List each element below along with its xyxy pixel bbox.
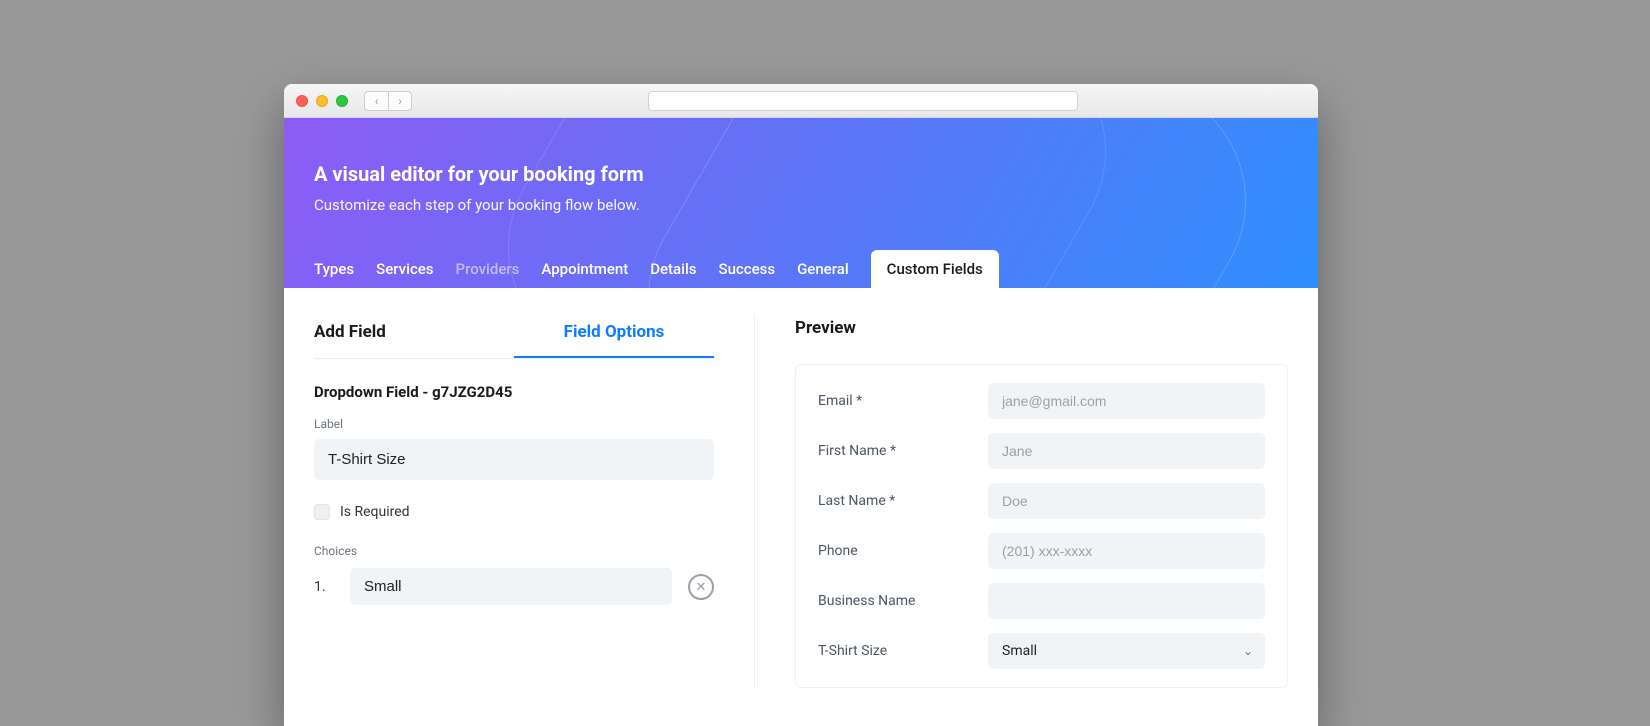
- vertical-divider: [754, 314, 755, 688]
- preview-title: Preview: [795, 318, 1288, 338]
- left-panel: Add Field Field Options Dropdown Field -…: [314, 318, 714, 688]
- phone-input[interactable]: [988, 533, 1265, 569]
- app-window: ‹ › A visual editor for your booking for…: [284, 84, 1318, 726]
- choices-label: Choices: [314, 544, 714, 558]
- field-heading: Dropdown Field - g7JZG2D45: [314, 383, 714, 401]
- choice-input[interactable]: [350, 568, 672, 605]
- tshirt-select-wrap: Small ⌄: [988, 633, 1265, 669]
- tab-types[interactable]: Types: [314, 250, 354, 288]
- hero-title: A visual editor for your booking form: [314, 162, 1288, 186]
- nav-buttons: ‹ ›: [364, 91, 412, 111]
- hero: A visual editor for your booking form Cu…: [284, 118, 1318, 288]
- preview-row-last-name: Last Name *: [818, 483, 1265, 519]
- minimize-window-button[interactable]: [316, 95, 328, 107]
- url-bar[interactable]: [648, 91, 1078, 111]
- left-subtabs: Add Field Field Options: [314, 318, 714, 359]
- preview-row-phone: Phone: [818, 533, 1265, 569]
- chevron-right-icon: ›: [398, 94, 402, 108]
- subtab-add-field[interactable]: Add Field: [314, 318, 514, 358]
- last-name-input[interactable]: [988, 483, 1265, 519]
- preview-label: Business Name: [818, 593, 968, 609]
- close-icon: ✕: [696, 579, 707, 595]
- back-button[interactable]: ‹: [364, 91, 388, 111]
- choice-row: 1. ✕: [314, 568, 714, 605]
- forward-button[interactable]: ›: [388, 91, 412, 111]
- required-row: Is Required: [314, 504, 714, 520]
- step-tabs: Types Services Providers Appointment Det…: [314, 250, 999, 288]
- first-name-input[interactable]: [988, 433, 1265, 469]
- label-input[interactable]: [314, 439, 714, 480]
- preview-row-business-name: Business Name: [818, 583, 1265, 619]
- zoom-window-button[interactable]: [336, 95, 348, 107]
- tab-success[interactable]: Success: [719, 250, 776, 288]
- email-input[interactable]: [988, 383, 1265, 419]
- preview-label: Email *: [818, 393, 968, 409]
- tab-custom-fields[interactable]: Custom Fields: [871, 250, 999, 288]
- titlebar: ‹ ›: [284, 84, 1318, 118]
- preview-label: Phone: [818, 543, 968, 559]
- preview-label: Last Name *: [818, 493, 968, 509]
- right-panel: Preview Email * First Name * Last Name *…: [795, 318, 1288, 688]
- editor-body: Add Field Field Options Dropdown Field -…: [284, 288, 1318, 718]
- window-controls: [296, 95, 348, 107]
- tshirt-select[interactable]: Small: [988, 633, 1265, 669]
- preview-label: First Name *: [818, 443, 968, 459]
- required-label: Is Required: [340, 504, 410, 520]
- preview-label: T-Shirt Size: [818, 643, 968, 659]
- tab-services[interactable]: Services: [376, 250, 433, 288]
- choices-list: 1. ✕: [314, 568, 714, 605]
- remove-choice-button[interactable]: ✕: [688, 574, 714, 600]
- subtab-field-options[interactable]: Field Options: [514, 318, 714, 358]
- chevron-left-icon: ‹: [375, 94, 379, 108]
- tab-details[interactable]: Details: [650, 250, 696, 288]
- preview-row-tshirt: T-Shirt Size Small ⌄: [818, 633, 1265, 669]
- required-checkbox[interactable]: [314, 504, 330, 520]
- preview-panel: Email * First Name * Last Name * Phone B…: [795, 364, 1288, 688]
- label-label: Label: [314, 417, 714, 431]
- preview-row-email: Email *: [818, 383, 1265, 419]
- hero-subtitle: Customize each step of your booking flow…: [314, 196, 1288, 214]
- close-window-button[interactable]: [296, 95, 308, 107]
- business-name-input[interactable]: [988, 583, 1265, 619]
- tab-appointment[interactable]: Appointment: [541, 250, 628, 288]
- preview-row-first-name: First Name *: [818, 433, 1265, 469]
- tab-providers[interactable]: Providers: [456, 250, 520, 288]
- tab-general[interactable]: General: [797, 250, 849, 288]
- choice-number: 1.: [314, 579, 334, 595]
